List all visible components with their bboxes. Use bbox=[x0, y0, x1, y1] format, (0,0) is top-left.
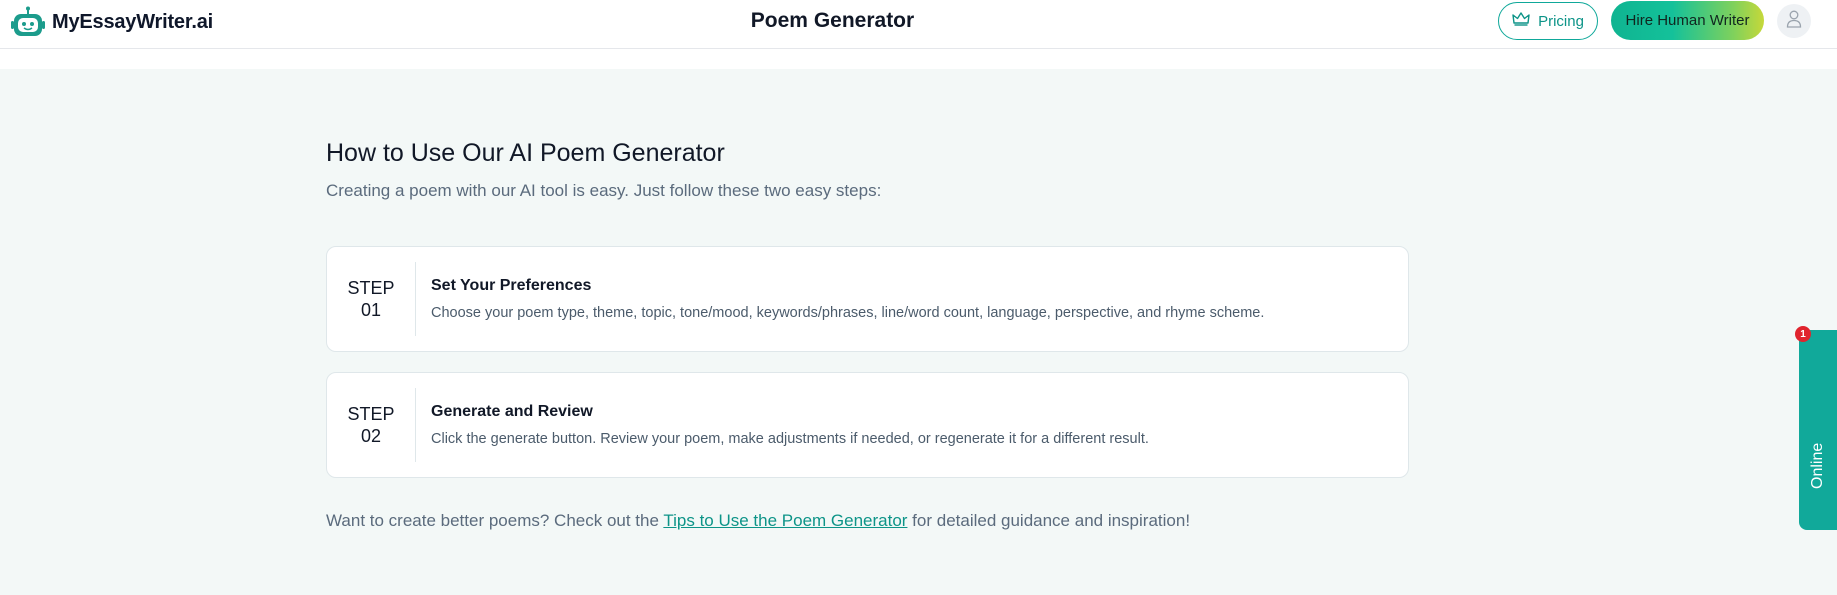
hire-human-writer-button[interactable]: Hire Human Writer bbox=[1611, 1, 1764, 40]
step-description: Click the generate button. Review your p… bbox=[431, 431, 1149, 447]
main-section: How to Use Our AI Poem Generator Creatin… bbox=[0, 69, 1837, 595]
step-card-2: STEP 02 Generate and Review Click the ge… bbox=[326, 372, 1409, 478]
tips-prefix: Want to create better poems? Check out t… bbox=[326, 511, 664, 530]
step-word: STEP bbox=[347, 278, 395, 298]
online-chat-tab[interactable] bbox=[1799, 330, 1837, 530]
step-badge: STEP 01 bbox=[327, 262, 416, 336]
step-card-1: STEP 01 Set Your Preferences Choose your… bbox=[326, 246, 1409, 352]
pricing-label: Pricing bbox=[1538, 12, 1584, 30]
tips-text: Want to create better poems? Check out t… bbox=[326, 511, 1190, 531]
user-icon bbox=[1786, 10, 1802, 33]
avatar[interactable] bbox=[1777, 4, 1811, 38]
section-title: How to Use Our AI Poem Generator bbox=[326, 139, 725, 167]
step-heading: Set Your Preferences bbox=[431, 277, 592, 294]
online-label[interactable]: Online bbox=[1809, 443, 1827, 489]
notification-badge: 1 bbox=[1795, 326, 1811, 342]
step-number: 01 bbox=[360, 300, 382, 320]
crown-icon bbox=[1512, 12, 1530, 30]
step-number: 02 bbox=[360, 426, 382, 446]
tips-link[interactable]: Tips to Use the Poem Generator bbox=[663, 511, 907, 530]
page-title: Poem Generator bbox=[750, 9, 915, 32]
step-heading: Generate and Review bbox=[431, 403, 593, 420]
pricing-button[interactable]: Pricing bbox=[1498, 2, 1598, 40]
section-subtitle: Creating a poem with our AI tool is easy… bbox=[326, 181, 882, 200]
step-badge: STEP 02 bbox=[327, 388, 416, 462]
step-word: STEP bbox=[347, 404, 395, 424]
step-description: Choose your poem type, theme, topic, ton… bbox=[431, 305, 1265, 321]
header: MyEssayWriter.ai Poem Generator Pricing … bbox=[0, 0, 1837, 49]
tips-suffix: for detailed guidance and inspiration! bbox=[907, 511, 1191, 530]
